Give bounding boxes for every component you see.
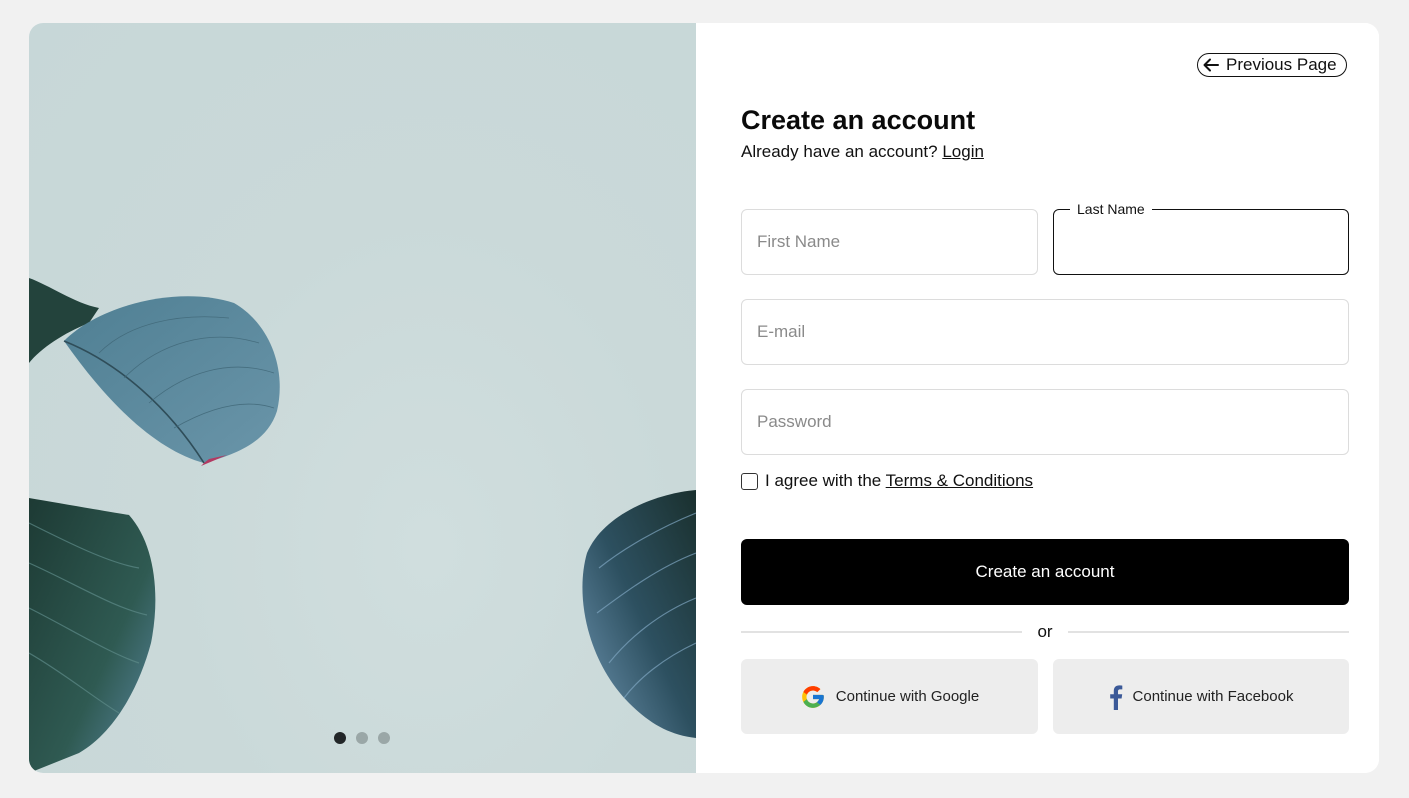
signup-form-panel: Previous Page Create an account Already … [696, 23, 1379, 773]
carousel-dot-2[interactable] [356, 732, 368, 744]
first-name-input[interactable] [742, 210, 1037, 274]
agree-label: I agree with the [765, 471, 882, 490]
terms-checkbox[interactable] [741, 472, 758, 490]
carousel-dot-1[interactable] [334, 732, 346, 744]
facebook-signin-button[interactable]: Continue with Facebook [1053, 659, 1349, 734]
password-field [741, 389, 1349, 455]
page-title: Create an account [741, 105, 976, 135]
agree-text: I agree with the Terms & Conditions [765, 471, 1033, 491]
email-input[interactable] [742, 300, 1348, 364]
terms-agreement: I agree with the Terms & Conditions [741, 471, 1033, 491]
google-label: Continue with Google [835, 688, 980, 705]
carousel-dot-3[interactable] [378, 732, 390, 744]
last-name-input[interactable] [1054, 210, 1348, 274]
google-icon [801, 685, 824, 708]
or-divider: or [741, 621, 1349, 643]
login-link[interactable]: Login [942, 142, 984, 161]
first-name-field [741, 209, 1038, 275]
login-prompt-text: Already have an account? [741, 142, 938, 161]
password-input[interactable] [742, 390, 1348, 454]
facebook-icon [1109, 684, 1122, 710]
previous-page-label: Previous Page [1226, 55, 1337, 74]
create-account-button[interactable]: Create an account [741, 539, 1349, 605]
arrow-left-icon [1203, 58, 1219, 72]
hero-image-panel [29, 23, 696, 773]
google-signin-button[interactable]: Continue with Google [741, 659, 1038, 734]
previous-page-button[interactable]: Previous Page [1197, 53, 1347, 77]
terms-link[interactable]: Terms & Conditions [886, 471, 1033, 490]
login-prompt: Already have an account? Login [741, 142, 984, 162]
divider-line-right [1068, 631, 1349, 633]
last-name-field: Last Name [1053, 201, 1349, 275]
email-field [741, 299, 1349, 365]
facebook-label: Continue with Facebook [1132, 688, 1294, 705]
signup-card: Previous Page Create an account Already … [29, 23, 1379, 773]
carousel-dots [334, 732, 390, 744]
plant-leaves-illustration [29, 278, 696, 773]
